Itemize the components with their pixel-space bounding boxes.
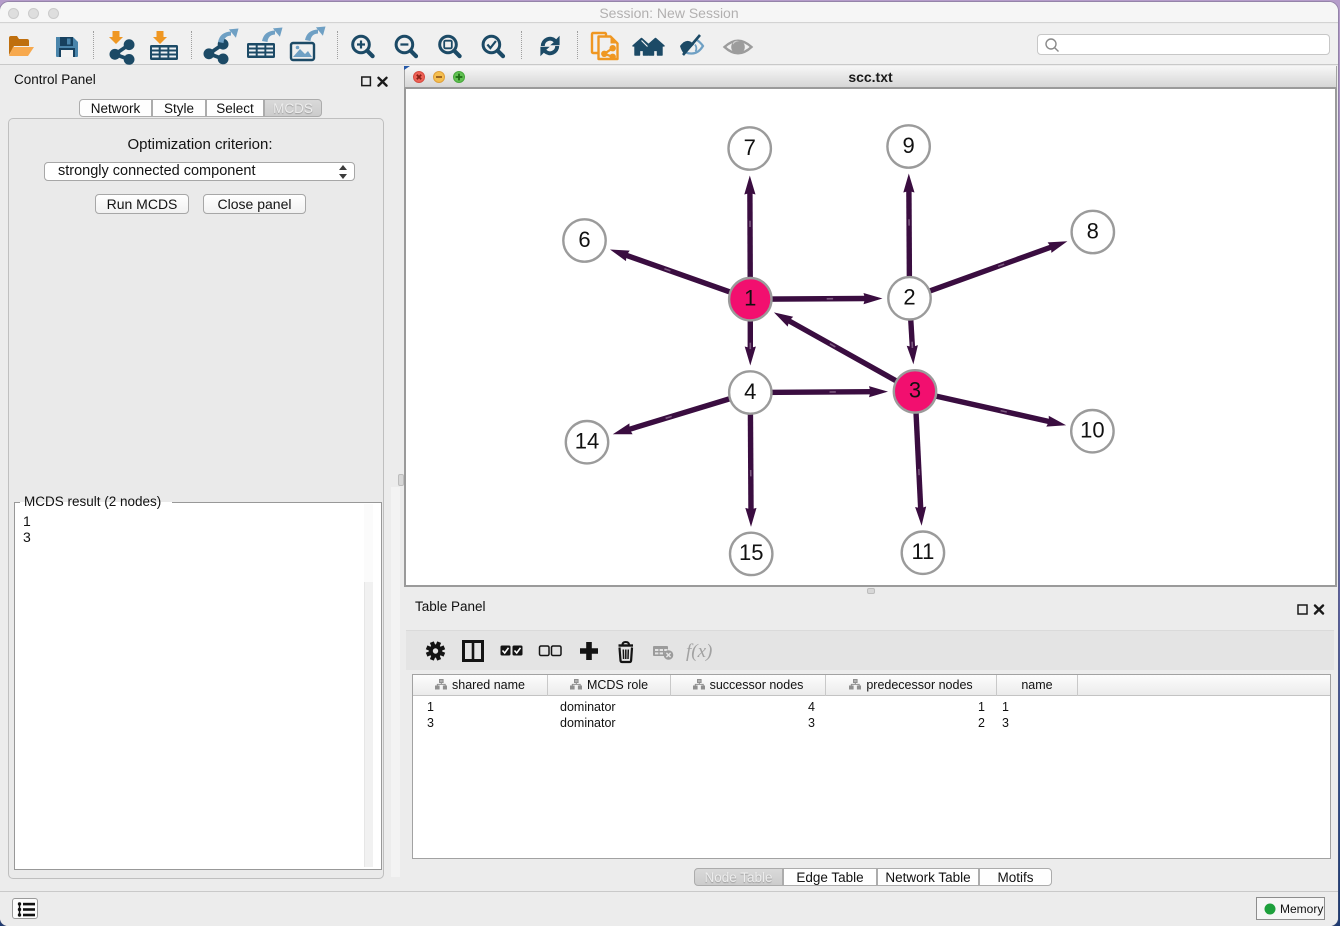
svg-text:7: 7 [744, 135, 756, 160]
svg-text:4: 4 [744, 379, 756, 404]
svg-text:10: 10 [1080, 418, 1104, 443]
svg-text:f(x): f(x) [686, 641, 712, 662]
svg-text:11: 11 [911, 539, 934, 564]
svg-text:8: 8 [1087, 218, 1099, 243]
svg-text:6: 6 [578, 227, 590, 252]
svg-text:2: 2 [903, 285, 915, 310]
svg-text:3: 3 [909, 378, 921, 403]
svg-text:15: 15 [739, 540, 763, 565]
svg-text:14: 14 [575, 429, 599, 454]
svg-text:9: 9 [902, 133, 914, 158]
svg-text:1: 1 [744, 286, 756, 311]
